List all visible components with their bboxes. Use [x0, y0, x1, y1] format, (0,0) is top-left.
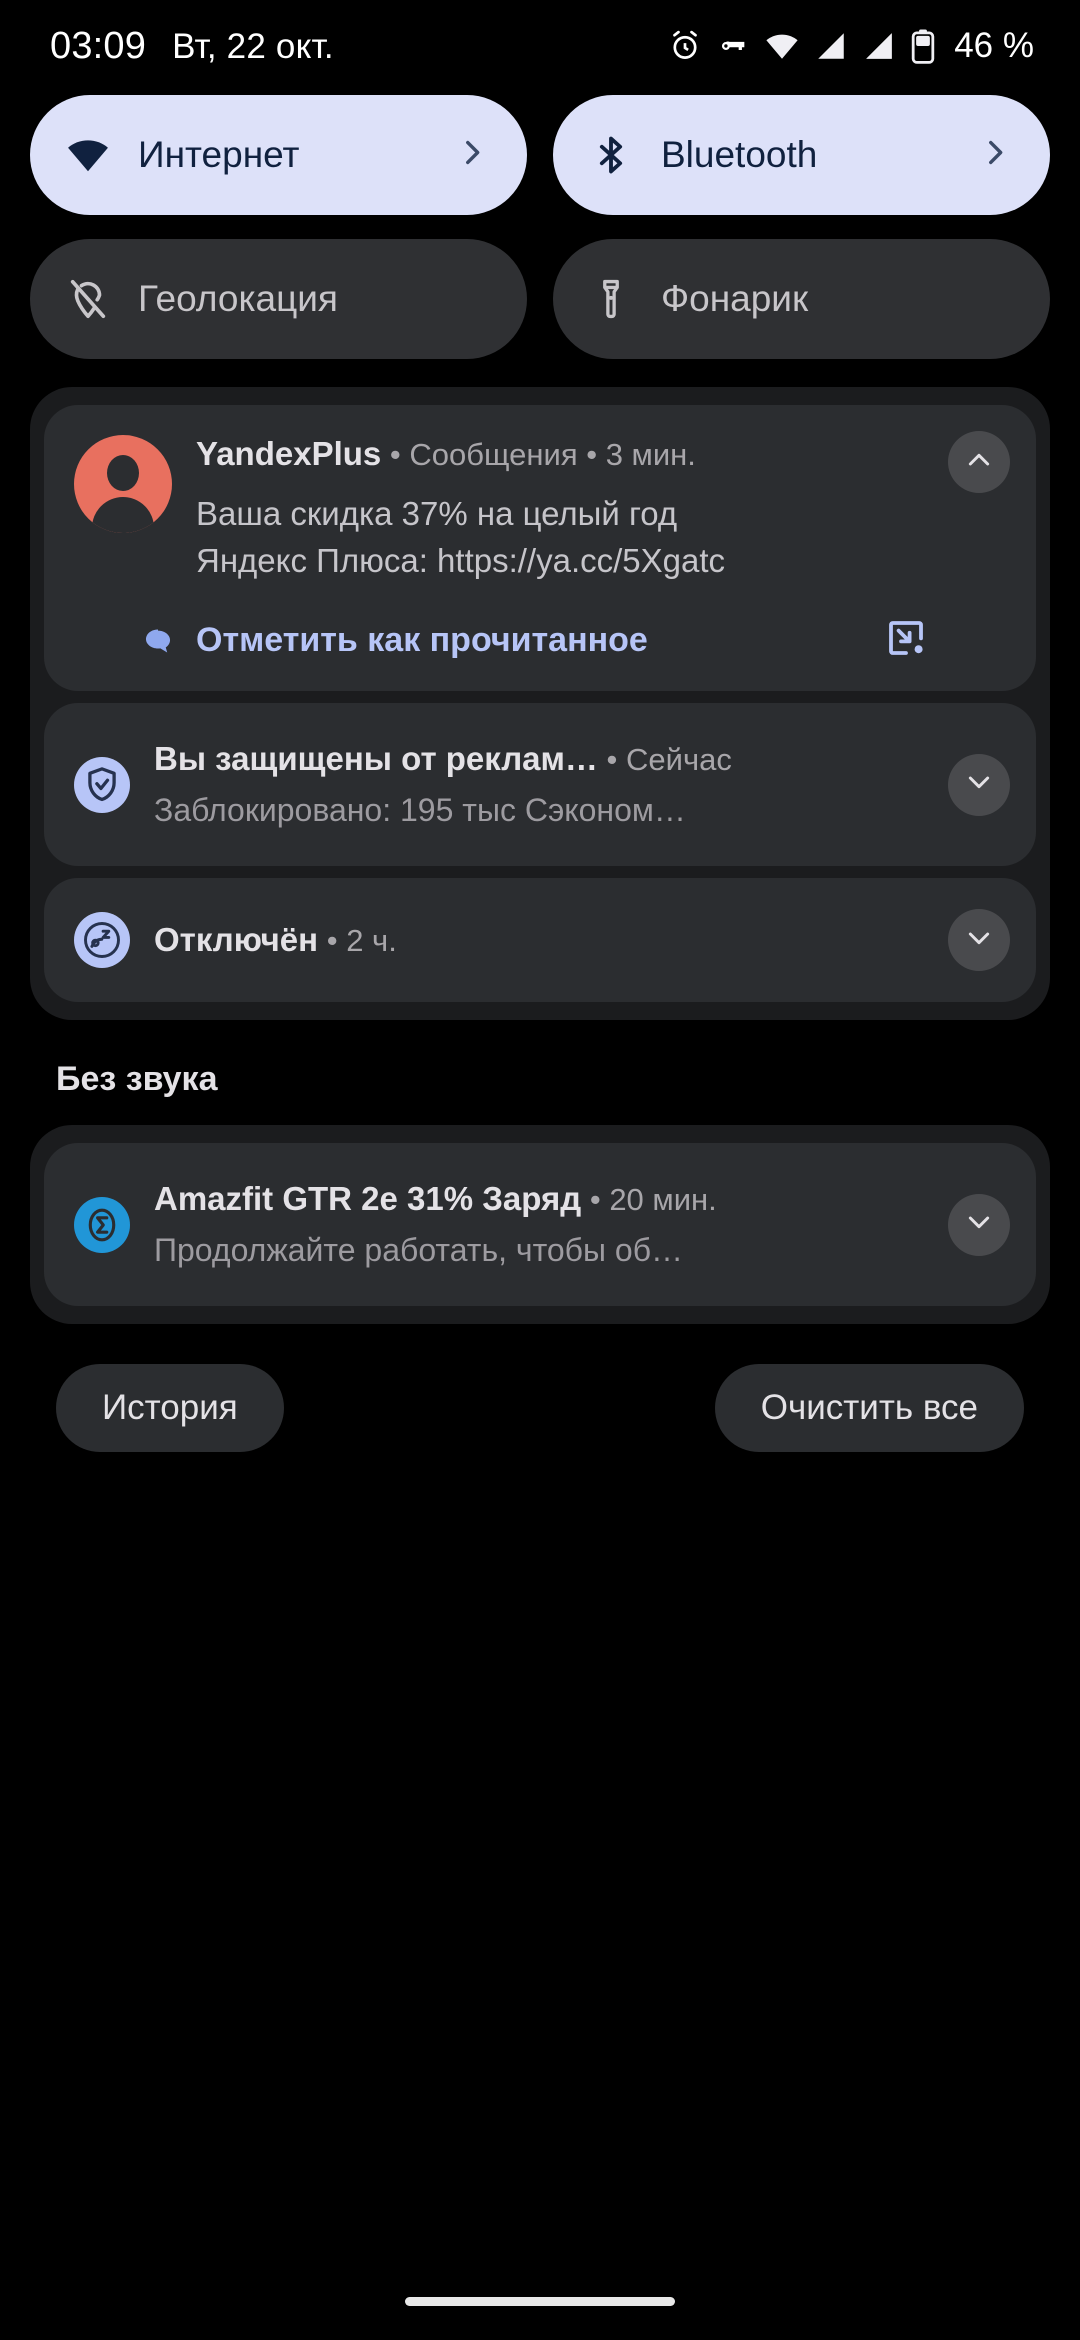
notification-message-line-1: Ваша скидка 37% на целый год: [196, 495, 678, 532]
notification-content: Отключён • 2 ч.: [154, 918, 1006, 963]
flashlight-icon: [587, 275, 635, 323]
shield-check-icon: [74, 756, 130, 813]
chevron-down-icon: [963, 766, 995, 803]
notification-title: Вы защищены от реклам…: [154, 740, 598, 777]
notification-separator: •: [597, 742, 627, 777]
collapse-button[interactable]: [948, 431, 1010, 493]
notification-yandexplus[interactable]: YandexPlus • Сообщения • 3 мин. Ваша ски…: [44, 405, 1036, 691]
chevron-down-icon: [963, 1206, 995, 1243]
notification-message-line-2: Яндекс Плюса: https://ya.cc/5Xgatc: [196, 542, 726, 579]
notification-separator-2: •: [577, 437, 606, 472]
notification-bedtime[interactable]: Отключён • 2 ч.: [44, 878, 1036, 1002]
location-off-icon: [64, 275, 112, 323]
bluetooth-icon: [587, 131, 635, 179]
notification-separator: •: [318, 922, 347, 958]
notification-header: Amazfit GTR 2e 31% Заряд • 20 мин.: [154, 1177, 924, 1222]
qs-tile-bluetooth[interactable]: Bluetooth: [553, 95, 1050, 215]
chevron-up-icon: [963, 444, 995, 481]
notification-content: YandexPlus • Сообщения • 3 мин. Ваша ски…: [196, 431, 1006, 667]
shade-footer: История Очистить все: [30, 1364, 1050, 1452]
chevron-right-icon[interactable]: [978, 136, 1012, 175]
notification-subtitle: Заблокировано: 195 тыс Сэконом…: [154, 792, 686, 828]
notification-group-alerting: YandexPlus • Сообщения • 3 мин. Ваша ски…: [30, 387, 1050, 1020]
signal-sim1-icon: [814, 29, 848, 63]
notification-time: 3 мин.: [605, 437, 696, 472]
notification-separator: •: [581, 1182, 610, 1217]
battery-icon: [910, 28, 936, 64]
notification-shade: YandexPlus • Сообщения • 3 мин. Ваша ски…: [0, 387, 1080, 1452]
mark-as-read-button[interactable]: Отметить как прочитанное: [196, 621, 648, 660]
zepp-sigma-icon: [74, 1196, 130, 1253]
qs-tile-flashlight-label: Фонарик: [661, 278, 809, 319]
status-bar: 03:09 Вт, 22 окт. 46 %: [0, 0, 1080, 92]
history-button[interactable]: История: [56, 1364, 284, 1452]
clear-all-button[interactable]: Очистить все: [714, 1364, 1024, 1452]
notification-subtitle: Продолжайте работать, чтобы об…: [154, 1232, 684, 1268]
notification-amazfit[interactable]: Amazfit GTR 2e 31% Заряд • 20 мин. Продо…: [44, 1143, 1036, 1306]
status-bar-left: 03:09 Вт, 22 окт.: [50, 25, 334, 68]
home-gesture-pill[interactable]: [405, 2297, 675, 2306]
avatar: [74, 431, 172, 667]
expand-button[interactable]: [948, 1193, 1010, 1256]
chat-bubble-icon: [138, 623, 178, 663]
expand-button[interactable]: [948, 753, 1010, 816]
status-bar-date: Вт, 22 окт.: [172, 26, 334, 66]
signal-sim2-icon: [862, 29, 896, 63]
qs-tile-flashlight[interactable]: Фонарик: [553, 239, 1050, 359]
quick-settings-row-2: Геолокация Фонарик: [30, 239, 1050, 359]
expand-button[interactable]: [948, 909, 1010, 971]
notification-time: 20 мин.: [609, 1182, 717, 1217]
notification-time: Сейчас: [626, 742, 732, 777]
notification-title: Отключён: [154, 920, 319, 958]
notification-message: Ваша скидка 37% на целый год Яндекс Плюс…: [196, 490, 934, 584]
bedtime-icon: [74, 912, 130, 968]
wifi-icon: [764, 28, 800, 64]
notification-action-row: Отметить как прочитанное: [196, 614, 934, 667]
chevron-down-icon: [963, 922, 995, 959]
notification-group-silent: Amazfit GTR 2e 31% Заряд • 20 мин. Продо…: [30, 1125, 1050, 1324]
notification-header: Отключён • 2 ч.: [154, 918, 924, 963]
notification-channel: Сообщения: [409, 437, 578, 472]
wifi-icon: [64, 131, 112, 179]
person-avatar-icon: [74, 435, 172, 533]
alarm-icon: [668, 29, 702, 63]
qs-tile-internet-label: Интернет: [138, 134, 300, 175]
notification-title: Amazfit GTR 2e 31% Заряд: [154, 1180, 582, 1217]
quick-settings-panel: Интернет Bluetooth Геолокация Фонарик: [0, 95, 1080, 359]
notification-separator-1: •: [381, 437, 410, 472]
open-in-new-reply-icon[interactable]: [882, 614, 930, 667]
vpn-key-icon: [716, 29, 750, 63]
notification-content: Вы защищены от реклам… • Сейчас Заблокир…: [154, 737, 1006, 832]
notification-header: Вы защищены от реклам… • Сейчас: [154, 737, 924, 782]
chevron-right-icon[interactable]: [455, 136, 489, 175]
notification-time: 2 ч.: [346, 922, 397, 958]
quick-settings-row-1: Интернет Bluetooth: [30, 95, 1050, 215]
notification-header: YandexPlus • Сообщения • 3 мин.: [196, 431, 934, 478]
notification-content: Amazfit GTR 2e 31% Заряд • 20 мин. Продо…: [154, 1177, 1006, 1272]
status-bar-right: 46 %: [668, 26, 1034, 66]
notification-app-name: YandexPlus: [196, 435, 382, 472]
silent-section-header: Без звука: [56, 1060, 218, 1098]
qs-tile-location[interactable]: Геолокация: [30, 239, 527, 359]
status-bar-clock: 03:09: [50, 24, 147, 67]
battery-percent-label: 46 %: [954, 26, 1034, 65]
qs-tile-location-label: Геолокация: [138, 278, 338, 319]
qs-tile-internet[interactable]: Интернет: [30, 95, 527, 215]
notification-adguard[interactable]: Вы защищены от реклам… • Сейчас Заблокир…: [44, 703, 1036, 866]
qs-tile-bluetooth-label: Bluetooth: [661, 134, 818, 175]
